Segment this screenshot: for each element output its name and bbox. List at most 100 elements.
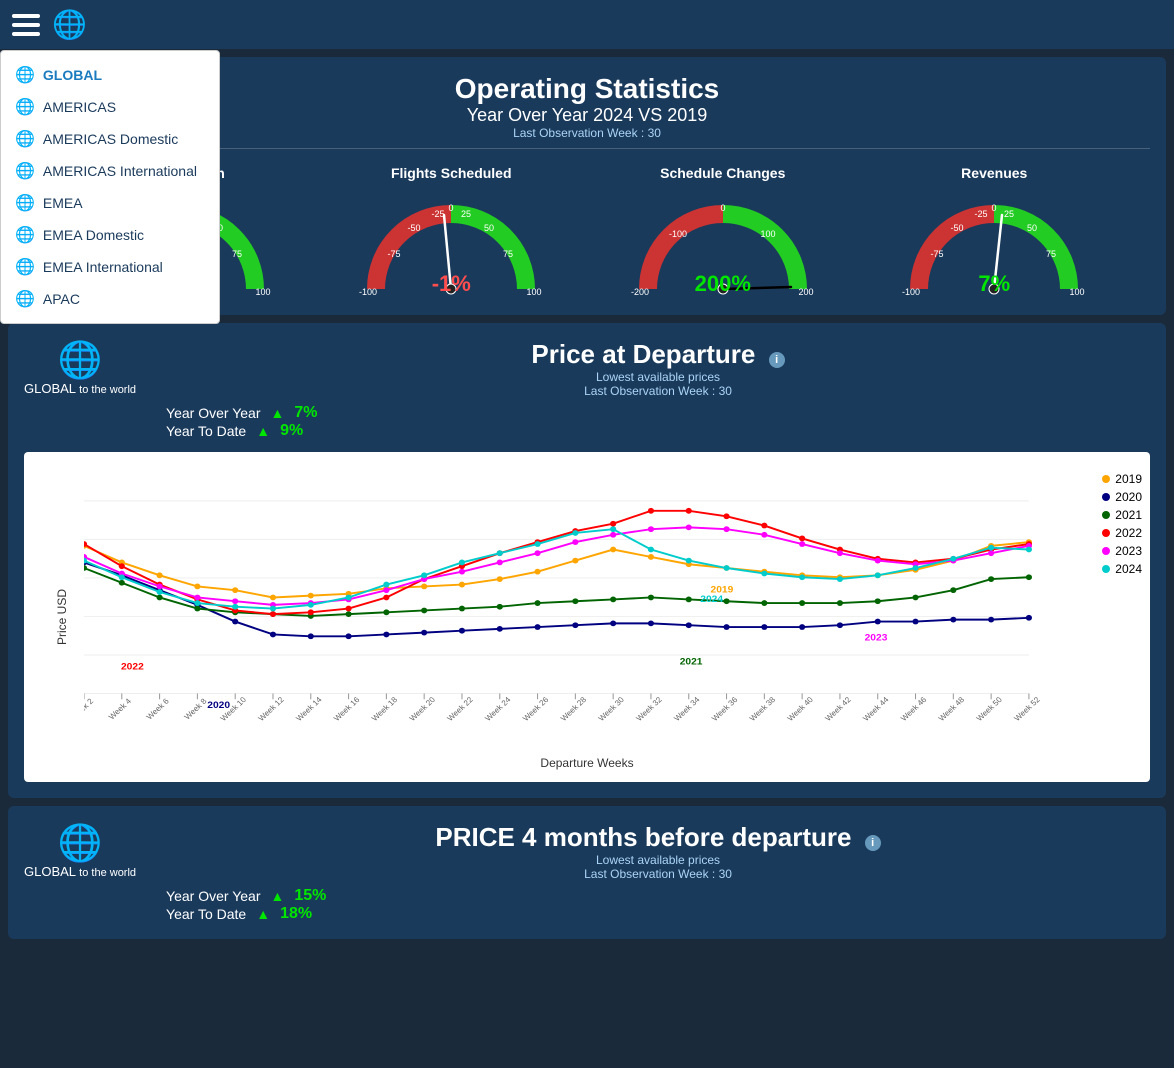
svg-text:-50: -50 [408, 223, 421, 233]
menu-label-americas-domestic: AMERICAS Domestic [43, 131, 178, 147]
menu-item-americas[interactable]: 🌐 AMERICAS [1, 91, 219, 123]
price-4months-yoy-row: Year Over Year ▲ 15% [166, 887, 1150, 905]
chart-legend: 2019 2020 2021 2022 2023 2024 [1102, 472, 1142, 576]
legend-2021: 2021 [1102, 508, 1142, 522]
menu-item-americas-domestic[interactable]: 🌐 AMERICAS Domestic [1, 123, 219, 155]
globe-big-icon: 🌐 [58, 339, 103, 381]
price-departure-yoy-value: 7% [294, 404, 317, 422]
svg-text:-100: -100 [669, 229, 687, 239]
globe-4months-sub-text: to the world [79, 867, 136, 879]
price-4months-yoy-label: Year Over Year [166, 888, 260, 904]
price-4months-sub: Lowest available prices [166, 853, 1150, 867]
menu-label-americas: AMERICAS [43, 99, 116, 115]
gauge-flights-scheduled-value: -1% [432, 271, 471, 297]
top-nav: 🌐 🌐 GLOBAL 🌐 AMERICAS 🌐 AMERICAS Domesti… [0, 0, 1174, 49]
globe-4months-label-text: GLOBAL [24, 864, 76, 879]
svg-text:2023: 2023 [865, 633, 888, 644]
svg-text:0: 0 [449, 203, 454, 213]
svg-text:-50: -50 [951, 223, 964, 233]
svg-text:2024: 2024 [700, 594, 723, 605]
svg-text:-200: -200 [631, 287, 649, 297]
globe-icon-emea: 🌐 [15, 193, 35, 213]
svg-text:Week 4: Week 4 [107, 696, 134, 721]
legend-2024: 2024 [1102, 562, 1142, 576]
gauge-schedule-changes-value: 200% [695, 271, 751, 297]
price-departure-yoy-row: Year Over Year ▲ 7% [166, 404, 1150, 422]
gauge-schedule-changes-title: Schedule Changes [660, 165, 785, 181]
svg-text:2019: 2019 [711, 585, 734, 596]
svg-text:Week 12: Week 12 [256, 695, 286, 723]
svg-text:Week 40: Week 40 [786, 695, 816, 723]
price-4months-yoy-value: 15% [294, 887, 326, 905]
svg-text:Week 32: Week 32 [634, 695, 664, 723]
menu-item-emea-intl[interactable]: 🌐 EMEA International [1, 251, 219, 283]
price-departure-section: 🌐 GLOBAL to the world Price at Departure… [8, 323, 1166, 798]
svg-text:Week 34: Week 34 [672, 695, 702, 723]
price-departure-chart-container: Price USD 100 200 300 400 500 600 700 We… [24, 452, 1150, 782]
svg-text:Week 50: Week 50 [975, 695, 1005, 723]
svg-text:200: 200 [798, 287, 813, 297]
svg-text:Week 2: Week 2 [84, 696, 96, 721]
svg-text:-75: -75 [388, 249, 401, 259]
svg-text:2021: 2021 [680, 657, 703, 668]
price-departure-title-area: Price at Departure i Lowest available pr… [166, 339, 1150, 440]
globe-icon-emea-intl: 🌐 [15, 257, 35, 277]
svg-text:50: 50 [1027, 223, 1037, 233]
svg-text:Week 46: Week 46 [899, 695, 929, 723]
svg-text:-25: -25 [975, 209, 988, 219]
hamburger-menu-button[interactable] [12, 14, 40, 36]
price-departure-header: 🌐 GLOBAL to the world Price at Departure… [24, 339, 1150, 440]
svg-text:Week 28: Week 28 [559, 695, 589, 723]
globe-4months-icon: 🌐 [58, 822, 103, 864]
gauge-flights-scheduled-wrap: -100 -75 -50 -25 0 25 50 75 100 -1% [356, 189, 546, 299]
price-4months-title-area: PRICE 4 months before departure i Lowest… [166, 822, 1150, 923]
svg-text:75: 75 [1046, 249, 1056, 259]
menu-item-americas-intl[interactable]: 🌐 AMERICAS International [1, 155, 219, 187]
globe-icon-apac: 🌐 [15, 289, 35, 309]
svg-text:-25: -25 [432, 209, 445, 219]
svg-text:Week 8: Week 8 [182, 696, 209, 721]
globe-icon-global: 🌐 [15, 65, 35, 85]
svg-text:Week 36: Week 36 [710, 695, 740, 723]
price-4months-globe-text: GLOBAL to the world [24, 864, 136, 879]
globe-nav-icon[interactable]: 🌐 [52, 8, 87, 41]
price-4months-ytd-arrow: ▲ [256, 906, 270, 922]
menu-item-apac[interactable]: 🌐 APAC [1, 283, 219, 315]
menu-item-emea-domestic[interactable]: 🌐 EMEA Domestic [1, 219, 219, 251]
legend-2023: 2023 [1102, 544, 1142, 558]
svg-text:-100: -100 [359, 287, 377, 297]
price-departure-info-icon[interactable]: i [769, 352, 785, 368]
menu-label-americas-intl: AMERICAS International [43, 163, 197, 179]
price-departure-chart-svg: 100 200 300 400 500 600 700 Week 2Week 4… [84, 472, 1070, 732]
globe-icon-americas-domestic: 🌐 [15, 129, 35, 149]
legend-2022: 2022 [1102, 526, 1142, 540]
price-departure-yoy-label: Year Over Year [166, 405, 260, 421]
price-4months-ytd-label: Year To Date [166, 906, 246, 922]
price-departure-ytd-value: 9% [280, 422, 303, 440]
svg-text:100: 100 [255, 287, 270, 297]
gauge-revenues-title: Revenues [961, 165, 1027, 181]
price-departure-ytd-row: Year To Date ▲ 9% [166, 422, 1150, 440]
gauge-schedule-changes-wrap: -200 -100 0 100 200 200% [628, 189, 818, 299]
menu-label-emea: EMEA [43, 195, 83, 211]
svg-text:-75: -75 [931, 249, 944, 259]
menu-item-global[interactable]: 🌐 GLOBAL [1, 59, 219, 91]
gauge-revenues: Revenues -100 -75 -50 -25 0 25 50 75 100 [884, 165, 1104, 299]
legend-2019: 2019 [1102, 472, 1142, 486]
gauge-flights-scheduled: Flights Scheduled -100 -75 -50 -25 0 25 … [341, 165, 561, 299]
svg-text:100: 100 [760, 229, 775, 239]
svg-text:50: 50 [484, 223, 494, 233]
svg-text:2022: 2022 [121, 662, 144, 673]
svg-text:Week 42: Week 42 [823, 695, 853, 723]
svg-text:75: 75 [503, 249, 513, 259]
price-departure-globe-text: GLOBAL to the world [24, 381, 136, 396]
price-4months-header: 🌐 GLOBAL to the world PRICE 4 months bef… [24, 822, 1150, 923]
svg-text:Week 38: Week 38 [748, 695, 778, 723]
price-4months-info-icon[interactable]: i [865, 835, 881, 851]
menu-label-emea-domestic: EMEA Domestic [43, 227, 144, 243]
svg-text:Week 24: Week 24 [483, 695, 513, 723]
menu-item-emea[interactable]: 🌐 EMEA [1, 187, 219, 219]
svg-text:Week 44: Week 44 [861, 695, 891, 723]
price-departure-ytd-arrow: ▲ [256, 423, 270, 439]
svg-text:Week 20: Week 20 [408, 695, 438, 723]
